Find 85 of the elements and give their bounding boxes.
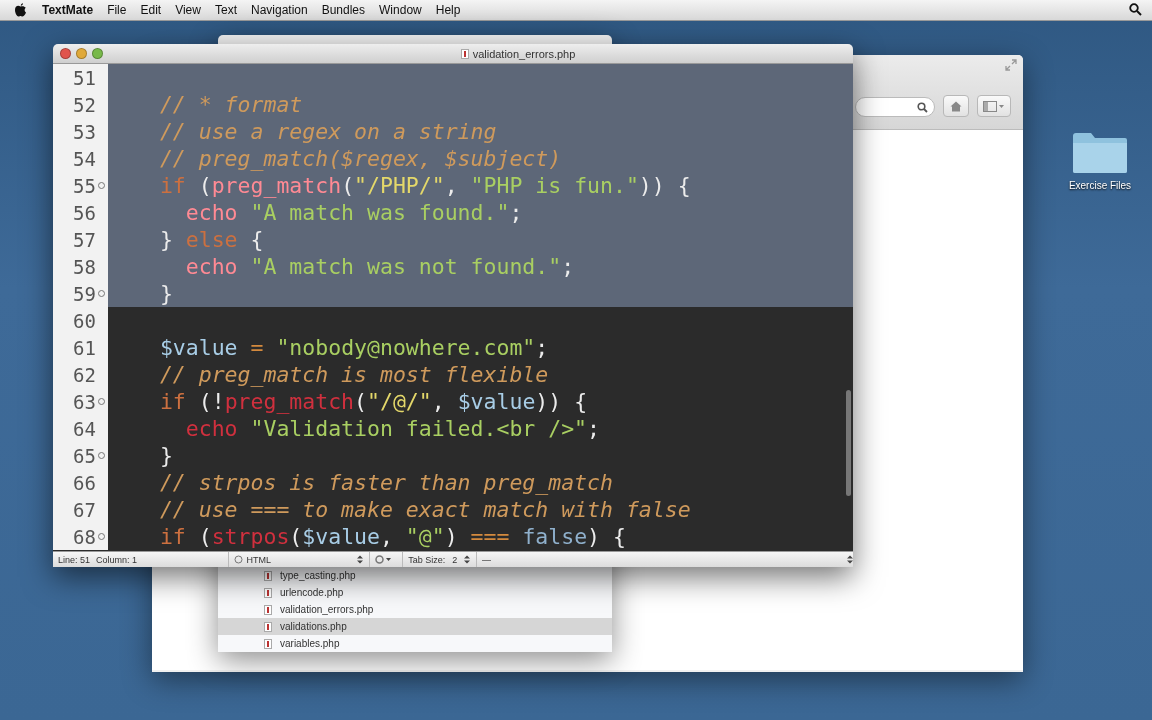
file-name: urlencode.php bbox=[280, 587, 344, 598]
stepper-arrows-icon bbox=[847, 555, 853, 564]
menu-item[interactable]: View bbox=[168, 3, 208, 17]
search-icon[interactable] bbox=[1129, 3, 1142, 16]
line-number: 63 bbox=[72, 390, 96, 413]
code-text: // preg_match is most flexible bbox=[158, 362, 549, 387]
code-text: // use === to make exact match with false bbox=[158, 497, 691, 522]
line-number: 59 bbox=[72, 282, 96, 305]
code-text: } else { bbox=[158, 227, 264, 252]
code-text: } bbox=[158, 281, 173, 306]
file-name: validation_errors.php bbox=[280, 604, 374, 615]
php-file-icon bbox=[264, 604, 272, 615]
scrollbar-thumb[interactable] bbox=[846, 390, 851, 496]
code-text: // strpos is faster than preg_match bbox=[158, 470, 613, 495]
file-row[interactable]: urlencode.php bbox=[218, 584, 612, 601]
home-button[interactable] bbox=[943, 95, 969, 117]
view-menu-button[interactable] bbox=[977, 95, 1011, 117]
menu-item[interactable]: Navigation bbox=[243, 3, 315, 17]
file-row[interactable]: validation_errors.php bbox=[218, 601, 612, 618]
php-file-icon bbox=[264, 638, 272, 649]
line-number: 58 bbox=[72, 255, 96, 278]
line-number: 64 bbox=[72, 417, 96, 440]
line-number: 55 bbox=[72, 174, 96, 197]
line-number: 57 bbox=[72, 228, 96, 251]
php-file-icon bbox=[460, 48, 469, 59]
line-number: 51 bbox=[72, 66, 96, 89]
sidebar-caret-icon bbox=[983, 100, 1005, 112]
line-number: 67 bbox=[72, 498, 96, 521]
code-text: // use a regex on a string bbox=[158, 119, 497, 144]
code-text: if (strpos($value, "@") === false) { bbox=[158, 524, 626, 549]
code-text: // * format bbox=[158, 92, 303, 117]
code-text: if (preg_match("/PHP/", "PHP is fun.")) { bbox=[158, 173, 691, 198]
window-title: validation_errors.php bbox=[472, 47, 576, 60]
file-row[interactable]: variables.php bbox=[218, 635, 612, 652]
php-file-icon bbox=[264, 570, 272, 581]
php-file-icon bbox=[264, 587, 272, 598]
menu-item[interactable]: File bbox=[100, 3, 134, 17]
line-number: 53 bbox=[72, 120, 96, 143]
app-menu[interactable]: TextMate bbox=[35, 3, 101, 17]
file-name: variables.php bbox=[280, 638, 340, 649]
search-icon bbox=[917, 101, 928, 113]
search-field[interactable] bbox=[855, 97, 935, 117]
gear-caret-icon bbox=[375, 555, 394, 564]
code-text: echo "A match was not found."; bbox=[184, 254, 575, 279]
file-row[interactable]: type_casting.php bbox=[218, 567, 612, 584]
code-text: $value = "nobody@nowhere.com"; bbox=[158, 335, 549, 360]
apple-logo-icon[interactable] bbox=[14, 3, 27, 17]
folder-label: Exercise Files bbox=[1068, 180, 1132, 191]
code-text: // preg_match($regex, $subject) bbox=[158, 146, 562, 171]
circle-icon bbox=[233, 555, 243, 564]
php-file-icon bbox=[264, 621, 272, 632]
code-text: echo "Validation failed.<br />"; bbox=[184, 416, 600, 441]
column-indicator: Column: 1 bbox=[96, 554, 139, 565]
menu-item[interactable]: Help bbox=[428, 3, 468, 17]
fullscreen-icon[interactable] bbox=[1005, 59, 1017, 71]
line-number: 54 bbox=[72, 147, 96, 170]
menu-item[interactable]: Text bbox=[207, 3, 244, 17]
line-number: 61 bbox=[72, 336, 96, 359]
home-icon bbox=[950, 100, 962, 112]
code-text: echo "A match was found."; bbox=[184, 200, 523, 225]
code-text: if (!preg_match("/@/", $value)) { bbox=[158, 389, 588, 414]
code-text: } bbox=[158, 443, 173, 468]
menu-item[interactable]: Bundles bbox=[314, 3, 373, 17]
minimize-button[interactable] bbox=[76, 48, 87, 59]
zoom-button[interactable] bbox=[92, 48, 103, 59]
line-number: 68 bbox=[72, 525, 96, 548]
line-indicator: Line: 51 bbox=[58, 554, 91, 565]
line-number: 60 bbox=[72, 309, 96, 332]
folder-icon[interactable] bbox=[1071, 130, 1129, 174]
line-number: 66 bbox=[72, 471, 96, 494]
line-number: 65 bbox=[72, 444, 96, 467]
line-number: 56 bbox=[72, 201, 96, 224]
tab-size-popup[interactable]: Tab Size: 2 bbox=[402, 552, 471, 567]
stepper-arrows-icon bbox=[464, 555, 471, 564]
symbol-popup[interactable]: — bbox=[476, 552, 853, 567]
close-button[interactable] bbox=[60, 48, 71, 59]
menu-item[interactable]: Edit bbox=[133, 3, 169, 17]
syntax-popup[interactable]: HTML bbox=[227, 552, 364, 567]
line-number: 62 bbox=[72, 363, 96, 386]
file-name: type_casting.php bbox=[280, 570, 356, 581]
stepper-arrows-icon bbox=[357, 555, 364, 564]
menu-item[interactable]: Window bbox=[372, 3, 429, 17]
line-number: 52 bbox=[72, 93, 96, 116]
file-name: validations.php bbox=[280, 621, 347, 632]
file-row[interactable]: validations.php bbox=[218, 618, 612, 635]
